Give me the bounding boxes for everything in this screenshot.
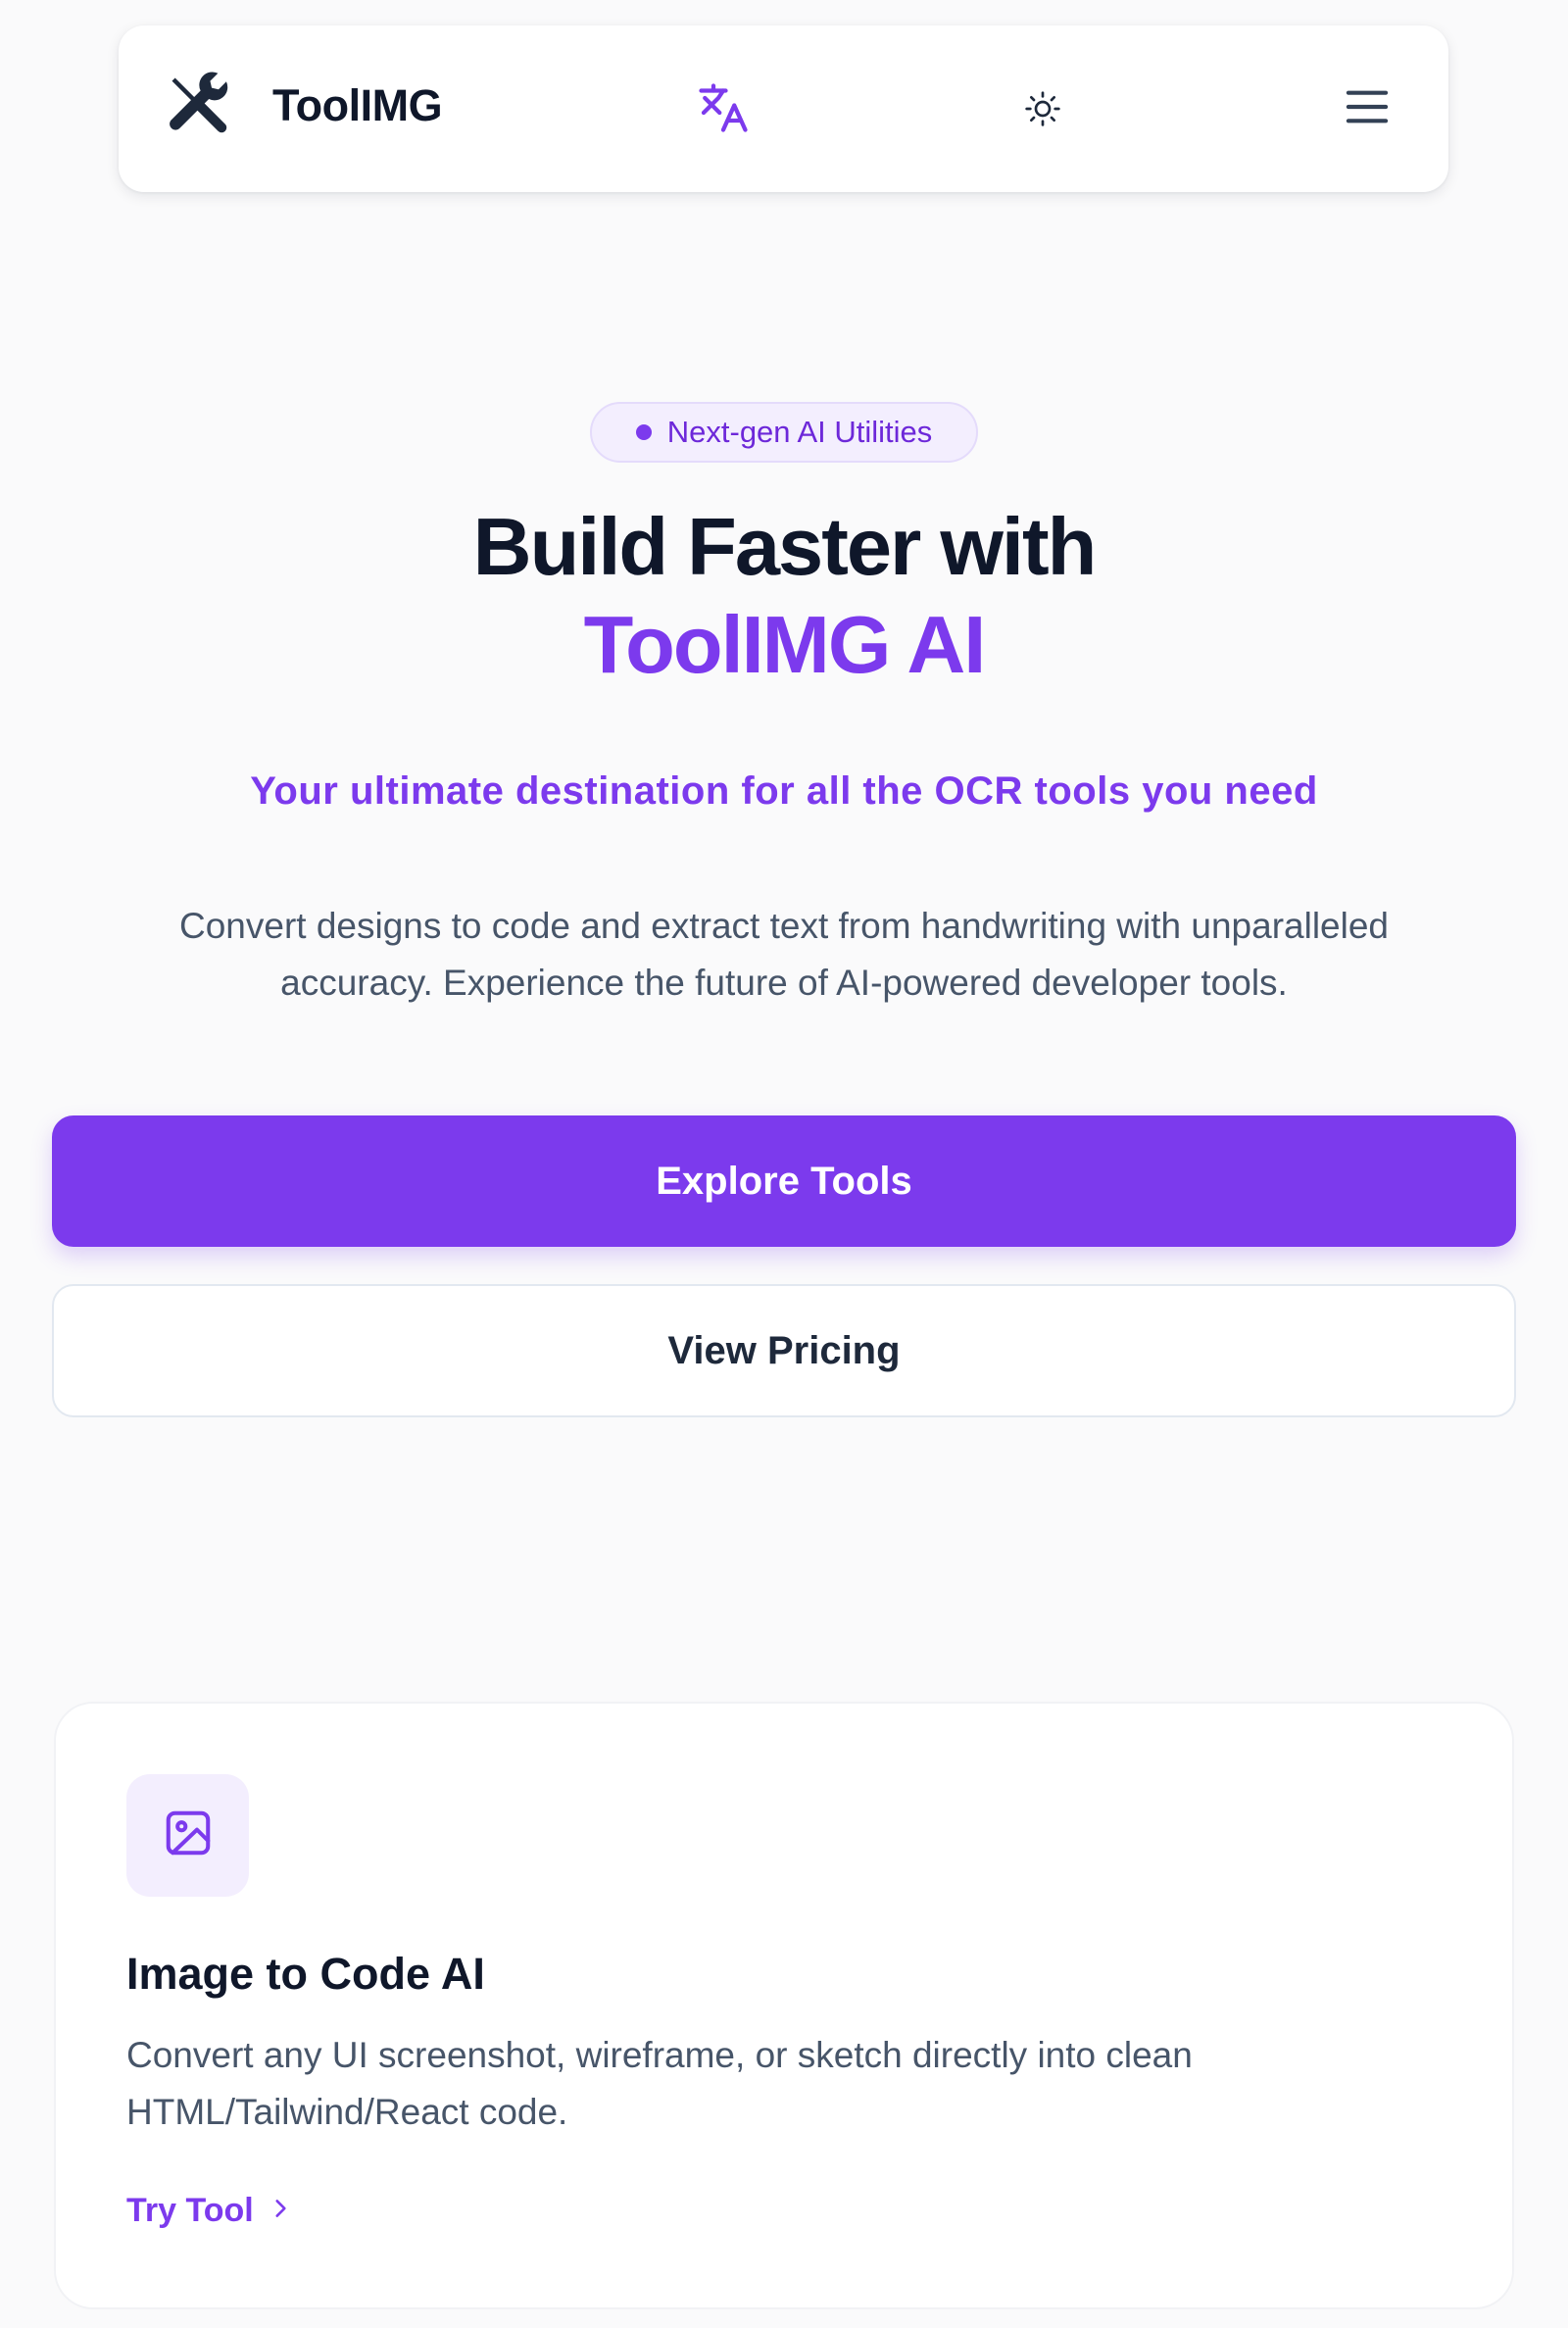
tool-title: Image to Code AI (126, 1949, 485, 1999)
badge-dot (635, 424, 652, 440)
hero-title-line2: ToolIMG AI (583, 599, 987, 690)
translate-icon[interactable] (694, 78, 753, 137)
badge-label: Next-gen AI Utilities (666, 415, 933, 449)
try-tool-label: Try Tool (126, 2192, 254, 2229)
page: ToolIMG Next-gen AI Utilities Build Fast… (0, 0, 1568, 2328)
wrench-screwdriver-icon[interactable] (163, 69, 237, 143)
hamburger-menu-icon[interactable] (1345, 86, 1390, 127)
tool-icon-container (126, 1774, 249, 1897)
hero-title-line1: Build Faster with (472, 501, 1098, 592)
brand-name[interactable]: ToolIMG (272, 80, 443, 131)
hero-tagline: Your ultimate destination for all the OC… (250, 769, 1318, 813)
try-tool-link[interactable]: Try Tool (126, 2192, 293, 2230)
explore-tools-button[interactable]: Explore Tools (52, 1115, 1516, 1247)
image-icon (162, 1807, 215, 1864)
hero-badge: Next-gen AI Utilities (590, 402, 978, 463)
hero-description: Convert designs to code and extract text… (178, 906, 1389, 1003)
tool-card-image-to-code: Image to Code AI Convert any UI screensh… (54, 1702, 1514, 2309)
sun-icon[interactable] (1023, 89, 1062, 128)
view-pricing-button[interactable]: View Pricing (52, 1284, 1516, 1417)
chevron-right-icon (268, 2192, 293, 2230)
tool-description: Convert any UI screenshot, wireframe, or… (126, 2035, 1193, 2132)
